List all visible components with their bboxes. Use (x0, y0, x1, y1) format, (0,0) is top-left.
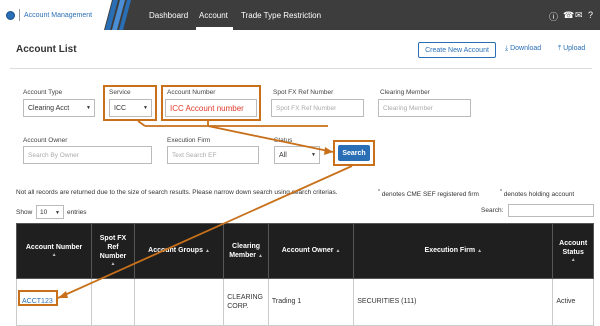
status-label: Status (274, 137, 293, 144)
info-icon[interactable]: ⓘ (549, 10, 558, 23)
column-execution-firm[interactable]: Execution Firm ▲ (353, 223, 554, 279)
account-type-value: Clearing Acct (28, 104, 70, 112)
brand-divider (19, 9, 20, 21)
status-select[interactable]: All ▼ (274, 146, 320, 164)
execution-firm-input[interactable]: Text Search EF (167, 146, 259, 164)
column-account-status[interactable]: Account Status ▲ (552, 223, 594, 279)
cell-account-status: Active (552, 278, 594, 326)
sort-icon: ▲ (335, 248, 341, 255)
connector-arrow (324, 147, 333, 155)
accounts-table: Account Number ▲ Spot FX Ref Number ▲ Acco… (15, 223, 594, 326)
status-value: All (279, 151, 287, 159)
clearing-member-input[interactable]: Clearing Member (378, 99, 471, 117)
sort-icon: ▲ (204, 248, 210, 255)
column-label: Account Number (25, 244, 83, 252)
nav-account[interactable]: Account (199, 11, 228, 20)
search-highlight (333, 140, 375, 166)
app-title: Account Management (24, 11, 93, 19)
column-spot-fx[interactable]: Spot FX Ref Number ▲ (91, 223, 135, 279)
cell-execution-firm: SECURITIES (111) (353, 278, 554, 326)
nav-trade-type-restriction[interactable]: Trade Type Restriction (241, 11, 321, 20)
download-label: Download (510, 45, 542, 52)
mail-icon[interactable]: ✉ (575, 10, 583, 21)
help-icon[interactable]: ? (588, 10, 593, 20)
table-search-label: Search: (481, 207, 504, 214)
column-label: Execution Firm (424, 247, 476, 255)
column-label: Spot FX Ref Number (99, 235, 127, 261)
column-clearing-member[interactable]: Clearing Member ▲ (223, 223, 269, 279)
execution-firm-label: Execution Firm (167, 137, 211, 144)
phone-icon[interactable]: ☎ (563, 10, 574, 21)
chevron-down-icon: ▼ (311, 152, 316, 158)
brand-stripes (104, 0, 131, 30)
cell-account-owner: Trading 1 (267, 278, 355, 326)
cme-legend-text: denotes CME SEF registered firm (381, 191, 479, 199)
connector-line (137, 120, 146, 127)
sort-icon: ▲ (110, 261, 116, 268)
create-new-account-button[interactable]: Create New Account (418, 42, 496, 58)
upload-icon: ⤒ (558, 45, 562, 52)
cell-spot-fx (91, 278, 135, 326)
column-account-groups[interactable]: Account Groups ▲ (133, 223, 225, 279)
upload-link[interactable]: ⤒ Upload (558, 45, 585, 53)
column-account-owner[interactable]: Account Owner ▲ (267, 223, 355, 279)
table-search-input[interactable] (508, 204, 594, 217)
chevron-down-icon: ▼ (55, 210, 60, 216)
show-label: Show (16, 209, 33, 216)
app-brand[interactable]: Account Management (0, 0, 104, 30)
upload-label: Upload (563, 45, 586, 52)
results-notice: Not all records are returned due to the … (16, 189, 338, 196)
sort-icon: ▲ (257, 253, 263, 259)
entries-label: entries (67, 209, 87, 216)
account-number-highlight (161, 85, 261, 121)
page-title: Account List (16, 44, 77, 55)
account-type-label: Account Type (23, 89, 63, 96)
sort-icon: ▲ (477, 248, 483, 255)
nav-dashboard[interactable]: Dashboard (149, 11, 188, 20)
cell-clearing-member: CLEARING CORP. (223, 278, 269, 326)
page-size-value: 10 (40, 208, 48, 216)
holding-legend-text: denotes holding account (503, 191, 575, 199)
table-row: ACCT123 CLEARING CORP. Trading 1 SECURIT… (15, 278, 594, 326)
column-label: Clearing Member (229, 242, 261, 259)
download-link[interactable]: ⤓ Download (505, 45, 541, 53)
download-icon: ⤓ (505, 45, 509, 52)
header-divider (10, 68, 592, 69)
account-link-highlight (18, 290, 58, 306)
account-type-select[interactable]: Clearing Acct ▼ (23, 99, 95, 117)
sort-up-icon: ▲ (51, 252, 57, 259)
spot-fx-input[interactable]: Spot FX Ref Number (271, 99, 364, 117)
column-label: Account Groups (148, 247, 203, 255)
clearing-member-label: Clearing Member (380, 89, 430, 96)
active-tab-indicator (196, 27, 233, 30)
page-size-select[interactable]: 10 ▼ (36, 205, 64, 219)
spot-fx-label: Spot FX Ref Number (273, 89, 334, 96)
column-label: Account Owner (281, 247, 334, 255)
cme-legend: * denotes CME SEF registered firm (378, 189, 479, 199)
cell-account-groups (133, 278, 225, 326)
account-owner-label: Account Owner (23, 137, 68, 144)
sort-icon: ▲ (570, 256, 576, 263)
account-owner-input[interactable]: Search By Owner (23, 146, 152, 164)
column-label: Account Status (559, 239, 588, 256)
service-highlight (103, 85, 157, 121)
column-account-number[interactable]: Account Number ▲ (15, 223, 93, 279)
globe-icon (6, 10, 15, 20)
chevron-down-icon: ▼ (86, 105, 91, 111)
table-header-row: Account Number ▲ Spot FX Ref Number ▲ Acco… (15, 223, 594, 279)
holding-legend: * denotes holding account (500, 189, 575, 199)
